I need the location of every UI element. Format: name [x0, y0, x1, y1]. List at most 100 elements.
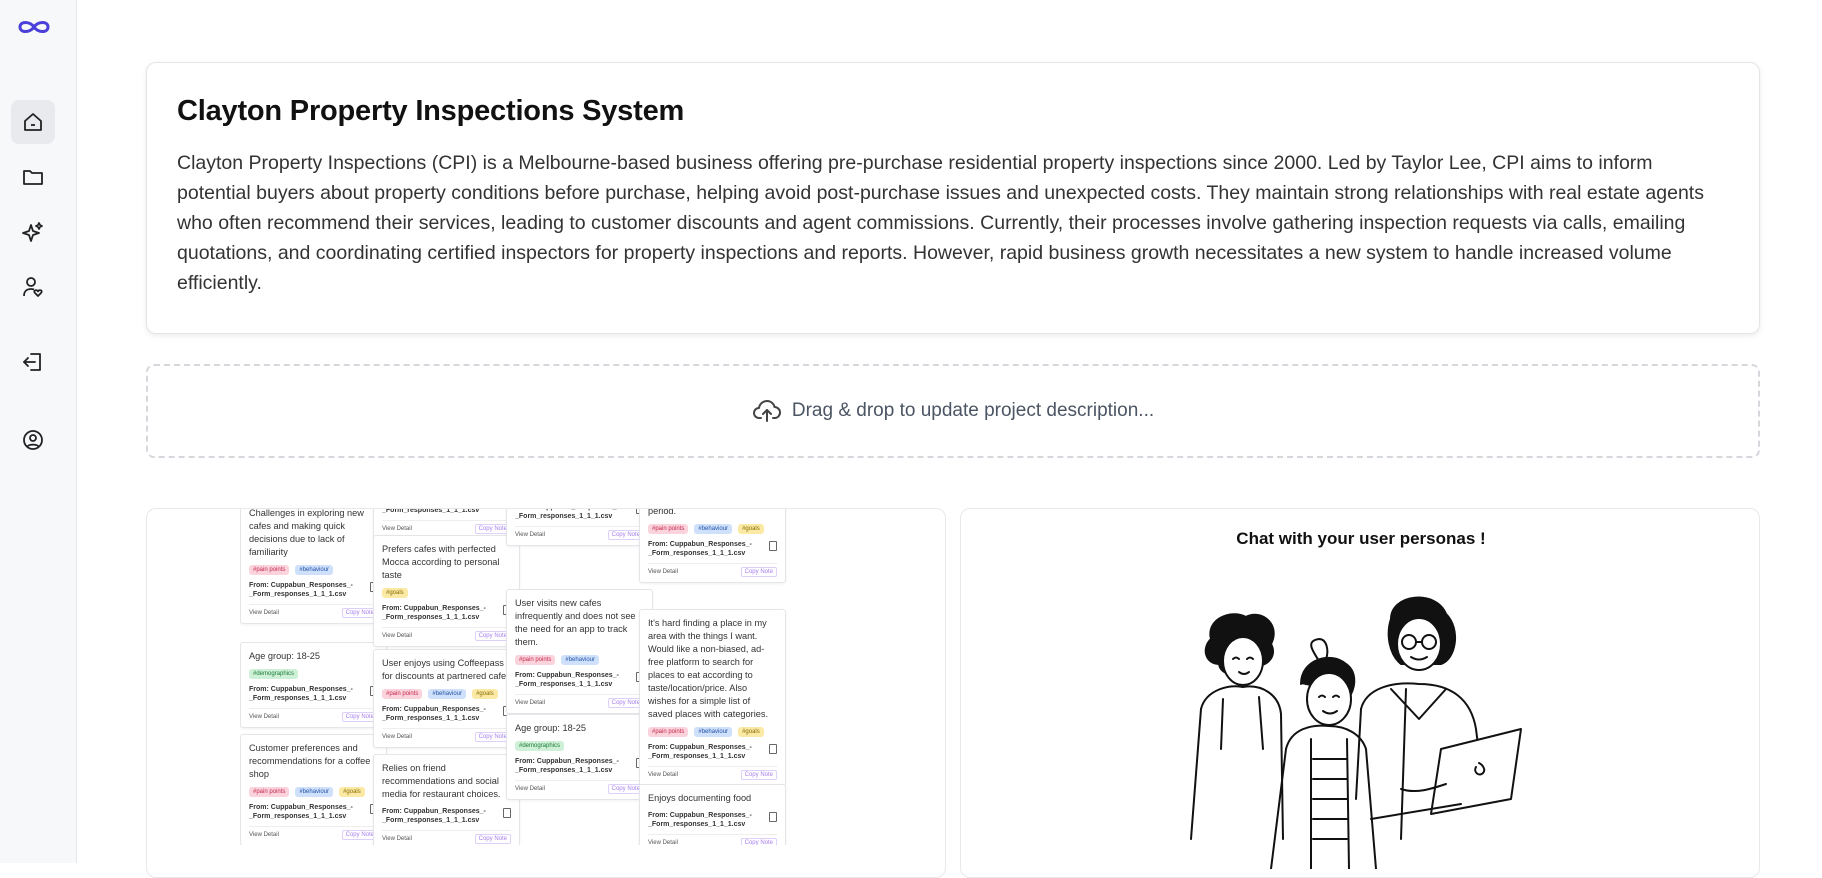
note-source: From: Cuppabun_Responses_-_Form_response… — [515, 671, 644, 689]
tag-goals[interactable]: #goals — [382, 588, 408, 598]
note-card[interactable]: Age group: 18-25#demographicsFrom: Cuppa… — [506, 714, 653, 800]
note-card[interactable]: User visits new cafes infrequently and d… — [506, 589, 653, 714]
view-detail-button[interactable]: View Detail — [249, 610, 279, 616]
note-tags: #pain points #behaviour #goals — [249, 787, 378, 797]
note-card[interactable]: #demographicsFrom: Cuppabun_Responses_-_… — [506, 509, 653, 546]
infinity-logo-icon[interactable] — [16, 18, 52, 41]
tag-behav[interactable]: #behaviour — [694, 727, 732, 737]
note-tags: #demographics — [515, 741, 644, 751]
note-tags: #pain points #behaviour — [515, 655, 644, 665]
note-card[interactable]: Relies on friend recommendations and soc… — [373, 754, 520, 845]
copy-note-button[interactable]: Copy Note — [741, 770, 777, 780]
note-tags: #demographics — [249, 669, 378, 679]
user-heart-icon — [21, 275, 45, 299]
tag-goals[interactable]: #goals — [738, 727, 764, 737]
note-card[interactable]: It's hard finding a place in my area wit… — [639, 609, 786, 786]
note-source-text: From: Cuppabun_Responses_-_Form_response… — [648, 541, 752, 557]
tag-behav[interactable]: #behaviour — [295, 787, 333, 797]
note-card[interactable]: to know when there's a quiet period.#pai… — [639, 509, 786, 583]
note-source-text: From: Cuppabun_Responses_-_Form_response… — [382, 706, 486, 722]
view-detail-button[interactable]: View Detail — [382, 836, 412, 842]
note-footer: View Detail Copy Note — [648, 766, 777, 780]
note-card[interactable]: Age group: 18-25#demographicsFrom: Cuppa… — [240, 642, 387, 728]
home-icon — [21, 110, 45, 134]
view-detail-button[interactable]: View Detail — [648, 569, 678, 575]
note-source: From: Cuppabun_Responses_-_Form_response… — [648, 811, 777, 829]
note-tags: #pain points #behaviour — [249, 565, 378, 575]
note-source: From: Cuppabun_Responses_-_Form_response… — [382, 705, 511, 723]
sidebar-item-home[interactable] — [11, 100, 55, 144]
note-card[interactable]: User enjoys using Coffeepass for discoun… — [373, 649, 520, 748]
note-text: Relies on friend recommendations and soc… — [382, 762, 511, 801]
note-source-text: From: Cuppabun_Responses_-_Form_response… — [382, 509, 486, 514]
tag-demo[interactable]: #demographics — [515, 741, 564, 751]
note-source-text: From: Cuppabun_Responses_-_Form_response… — [515, 509, 619, 520]
view-detail-button[interactable]: View Detail — [249, 714, 279, 720]
note-footer: View DetailCopy Note — [382, 728, 511, 742]
sidebar-item-account[interactable] — [11, 418, 55, 462]
tag-behav[interactable]: #behaviour — [694, 524, 732, 534]
note-text: Prefers cafes with perfected Mocca accor… — [382, 543, 511, 582]
tag-pain[interactable]: #pain points — [249, 565, 289, 575]
note-text: User enjoys using Coffeepass for discoun… — [382, 657, 511, 683]
view-detail-button[interactable]: View Detail — [249, 832, 279, 838]
view-detail-button[interactable]: View Detail — [382, 734, 412, 740]
tag-goals[interactable]: #goals — [339, 787, 365, 797]
view-detail-button[interactable]: View Detail — [648, 840, 678, 845]
sidebar-item-ai[interactable] — [11, 210, 55, 254]
view-detail-button[interactable]: View Detail — [515, 786, 545, 792]
note-source-text: From: Cuppabun_Responses_-_Form_response… — [249, 686, 353, 702]
tag-behav[interactable]: #behaviour — [561, 655, 599, 665]
note-footer: View DetailCopy Note — [249, 708, 378, 722]
note-footer: View DetailCopy Note — [249, 604, 378, 618]
note-footer: View DetailCopy Note — [382, 520, 511, 534]
note-card[interactable]: Enjoys documenting food From: Cuppabun_Re… — [639, 784, 786, 845]
note-card[interactable]: Customer preferences and recommendations… — [240, 734, 387, 845]
tag-behav[interactable]: #behaviour — [295, 565, 333, 575]
note-source: From: Cuppabun_Responses_-_Form_response… — [249, 581, 378, 599]
cloud-upload-icon — [752, 396, 782, 426]
note-card[interactable]: Prefers cafes with perfected Mocca accor… — [373, 535, 520, 647]
tag-pain[interactable]: #pain points — [648, 727, 688, 737]
view-detail-button[interactable]: View Detail — [515, 700, 545, 706]
project-title: Clayton Property Inspections System — [177, 95, 1729, 128]
tag-goals[interactable]: #goals — [738, 524, 764, 534]
view-detail-button[interactable]: View Detail — [382, 526, 412, 532]
note-source: From: Cuppabun_Responses_-_Form_response… — [515, 509, 644, 521]
copy-note-button[interactable]: Copy Note — [741, 838, 777, 845]
view-detail-button[interactable]: View Detail — [382, 633, 412, 639]
note-tags: #goals — [382, 588, 511, 598]
note-source-text: From: Cuppabun_Responses_-_Form_response… — [515, 672, 619, 688]
tag-pain[interactable]: #pain points — [382, 689, 422, 699]
note-source-text: From: Cuppabun_Responses_-_Form_response… — [249, 582, 353, 598]
sidebar-item-logout[interactable] — [11, 340, 55, 384]
folder-icon — [21, 165, 45, 189]
copy-note-button[interactable]: Copy Note — [741, 567, 777, 577]
note-text: It's hard finding a place in my area wit… — [648, 617, 777, 721]
description-dropzone[interactable]: Drag & drop to update project descriptio… — [146, 364, 1760, 458]
view-detail-button[interactable]: View Detail — [648, 772, 678, 778]
note-footer: View Detail Copy Note — [648, 834, 777, 845]
tag-demo[interactable]: #demographics — [249, 669, 298, 679]
tag-pain[interactable]: #pain points — [515, 655, 555, 665]
sidebar — [0, 0, 77, 863]
project-description-card: Clayton Property Inspections System Clay… — [146, 62, 1760, 334]
sidebar-item-personas[interactable] — [11, 265, 55, 309]
note-text: Challenges in exploring new cafes and ma… — [249, 509, 378, 559]
note-card[interactable]: Challenges in exploring new cafes and ma… — [240, 509, 387, 624]
note-source: From: Cuppabun_Responses_-_Form_response… — [382, 604, 511, 622]
view-detail-button[interactable]: View Detail — [515, 532, 545, 538]
affinity-notes-panel[interactable]: Challenges in exploring new cafes and ma… — [146, 508, 946, 878]
note-source-text: From: Cuppabun_Responses_-_Form_response… — [515, 758, 619, 774]
note-text: Enjoys documenting food — [648, 792, 777, 805]
chat-personas-panel[interactable]: Chat with your user personas ! — [960, 508, 1760, 878]
tag-behav[interactable]: #behaviour — [428, 689, 466, 699]
sidebar-item-projects[interactable] — [11, 155, 55, 199]
csv-file-icon — [503, 808, 511, 818]
note-text: User visits new cafes infrequently and d… — [515, 597, 644, 649]
tag-pain[interactable]: #pain points — [648, 524, 688, 534]
copy-note-button[interactable]: Copy Note — [475, 834, 511, 844]
tag-goals[interactable]: #goals — [472, 689, 498, 699]
tag-pain[interactable]: #pain points — [249, 787, 289, 797]
note-source: From: Cuppabun_Responses_-_Form_response… — [382, 509, 511, 515]
